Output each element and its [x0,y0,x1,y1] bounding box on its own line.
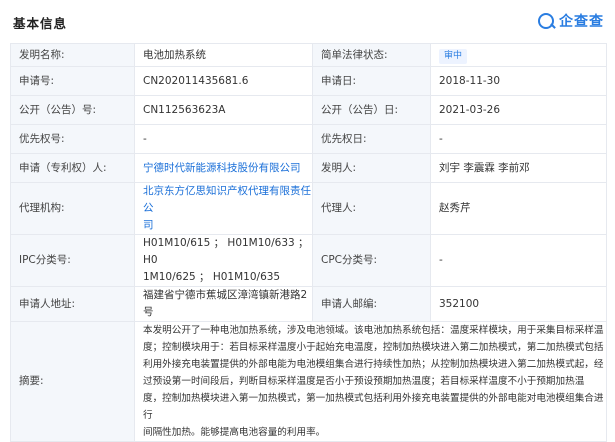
applicant-cell: 宁德时代新能源科技股份有限公司 [134,153,313,183]
postcode-value: 352100 [430,286,607,322]
publication-no-value: CN112563623A [134,95,313,125]
qichacha-logo[interactable]: 企查查 [538,12,604,30]
abstract-line: 本发明公开了一种电池加热系统，涉及电池领域。该电池加热系统包括：温度采样模块，用… [143,325,604,336]
status-badge: 审中 [439,48,468,64]
applicant-link[interactable]: 宁德时代新能源科技股份有限公司 [143,162,301,174]
table-row: 摘要: 本发明公开了一种电池加热系统，涉及电池领域。该电池加热系统包括：温度采样… [10,321,607,442]
applicant-label: 申请（专利权）人: [10,153,135,183]
cpc-value: - [430,234,607,287]
invention-name-value: 电池加热系统 [134,43,313,67]
logo-text: 企查查 [559,14,604,30]
table-row: IPC分类号: H01M10/615 ； H01M10/633 ； H0 1M10… [10,234,607,287]
application-no-label: 申请号: [10,66,135,96]
address-label: 申请人地址: [10,286,135,322]
address-value: 福建省宁德市蕉城区漳湾镇新港路2号 [134,286,313,322]
priority-date-label: 优先权日: [312,124,431,154]
cpc-label: CPC分类号: [312,234,431,287]
agent-label: 代理人: [312,182,431,235]
application-date-label: 申请日: [312,66,431,96]
agent-value: 赵秀芹 [430,182,607,235]
priority-date-value: - [430,124,607,154]
priority-no-value: - [134,124,313,154]
table-row: 公开（公告）号: CN112563623A 公开（公告）日: 2021-03-2… [10,95,607,125]
abstract-line: 度，控制加热模块进入第一加热模式，第一加热模式包括利用外接充电装置提供的外部电能… [143,393,604,421]
agency-label: 代理机构: [10,182,135,235]
publication-no-label: 公开（公告）号: [10,95,135,125]
qichacha-logo-icon [538,13,554,29]
section-title: 基本信息 [13,16,68,31]
legal-status-cell: 审中 [430,43,607,67]
application-date-value: 2018-11-30 [430,66,607,96]
ipc-line-1: H01M10/615 ； H01M10/633 ； H0 [143,237,309,266]
patent-info-table: 发明名称: 电池加热系统 简单法律状态: 审中 申请号: CN202011435… [10,43,607,442]
legal-status-label: 简单法律状态: [312,43,431,67]
publication-date-value: 2021-03-26 [430,95,607,125]
agency-link[interactable]: 北京东方亿思知识产权代理有限责任公司 [143,185,311,231]
invention-name-label: 发明名称: [10,43,135,67]
agency-line-2: 司 [143,219,154,231]
application-no-value: CN202011435681.6 [134,66,313,96]
inventor-value: 刘宇 李震霖 李前邓 [430,153,607,183]
ipc-cell: H01M10/615 ； H01M10/633 ； H0 1M10/625 ； H… [134,234,313,287]
section-header: 基本信息 企查查 [0,0,615,36]
table-row: 申请号: CN202011435681.6 申请日: 2018-11-30 [10,66,607,96]
table-row: 代理机构: 北京东方亿思知识产权代理有限责任公司 代理人: 赵秀芹 [10,182,607,235]
priority-no-label: 优先权号: [10,124,135,154]
ipc-label: IPC分类号: [10,234,135,287]
agency-cell: 北京东方亿思知识产权代理有限责任公司 [134,182,313,235]
table-row: 申请（专利权）人: 宁德时代新能源科技股份有限公司 发明人: 刘宇 李震霖 李前… [10,153,607,183]
postcode-label: 申请人邮编: [312,286,431,322]
table-row: 发明名称: 电池加热系统 简单法律状态: 审中 [10,43,607,67]
abstract-line: 度；控制模块用于：若目标采样温度小于起始充电温度，控制加热模块进入第二加热模式，… [143,342,604,353]
abstract-line: 间隔性加热。能够提高电池容量的利用率。 [143,427,326,438]
publication-date-label: 公开（公告）日: [312,95,431,125]
abstract-text: 本发明公开了一种电池加热系统，涉及电池领域。该电池加热系统包括：温度采样模块，用… [134,321,607,442]
inventor-label: 发明人: [312,153,431,183]
abstract-label: 摘要: [10,321,135,442]
agency-line-1: 北京东方亿思知识产权代理有限责任公 [143,185,311,214]
table-row: 优先权号: - 优先权日: - [10,124,607,154]
ipc-line-2: 1M10/625 ； H01M10/635 [143,271,281,283]
table-row: 申请人地址: 福建省宁德市蕉城区漳湾镇新港路2号 申请人邮编: 352100 [10,286,607,322]
abstract-line: 过预设第一时间段后，判断目标采样温度是否小于预设预期加热温度；若目标采样温度不小… [143,376,585,387]
abstract-line: 利用外接充电装置提供的外部电能为电池模组集合进行持续性加热；从控制加热模块进入第… [143,359,604,370]
